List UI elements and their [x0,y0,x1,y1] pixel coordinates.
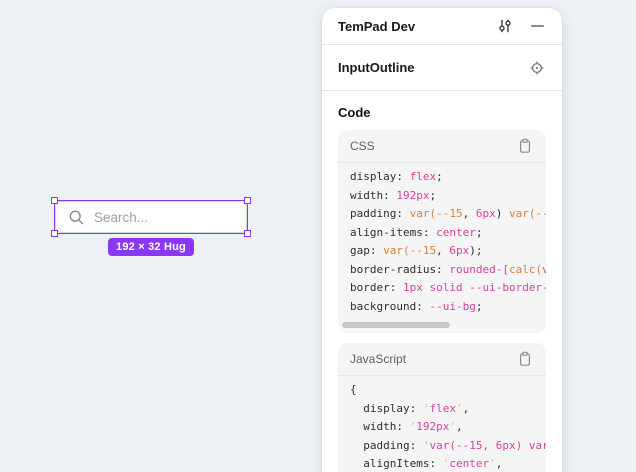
search-input-component[interactable]: Search... [55,201,247,233]
section-heading: Code [338,105,546,120]
selection-handle-bottom-left[interactable] [51,230,58,237]
css-card-label: CSS [350,139,375,153]
search-placeholder: Search... [94,210,148,225]
javascript-code-card: JavaScript { display: 'flex', width: '19… [338,343,546,472]
css-code-card: CSS display: flex;width: 192px;padding: … [338,130,546,333]
copy-css-button[interactable] [515,136,535,156]
sliders-icon [497,18,513,34]
panel-title: TemPad Dev [338,19,493,34]
css-code-area[interactable]: display: flex;width: 192px;padding: var(… [338,163,546,333]
minus-icon [531,25,544,27]
selected-component[interactable]: Search... 192 × 32 Hug [55,201,247,233]
copy-javascript-button[interactable] [515,349,535,369]
javascript-card-header: JavaScript [338,343,546,376]
horizontal-scrollbar-thumb[interactable] [342,322,450,328]
tempad-dev-panel: TemPad Dev InputOutline [322,8,562,472]
locate-button[interactable] [525,56,549,80]
code-section: Code CSS display: flex;width: 192px;padd… [322,105,562,472]
settings-button[interactable] [493,14,517,38]
selected-object-name: InputOutline [338,60,525,75]
javascript-card-label: JavaScript [350,352,406,366]
selected-object-row: InputOutline [322,45,562,91]
search-icon [68,209,85,226]
panel-header: TemPad Dev [322,8,562,45]
css-card-header: CSS [338,130,546,163]
clipboard-icon [518,138,532,154]
javascript-code-area[interactable]: { display: 'flex', width: '192px', paddi… [338,376,546,472]
crosshair-icon [529,60,545,76]
clipboard-icon [518,351,532,367]
selection-handle-top-left[interactable] [51,197,58,204]
selection-handle-top-right[interactable] [244,197,251,204]
selection-handle-bottom-right[interactable] [244,230,251,237]
minimize-button[interactable] [525,14,549,38]
size-badge: 192 × 32 Hug [108,238,194,256]
